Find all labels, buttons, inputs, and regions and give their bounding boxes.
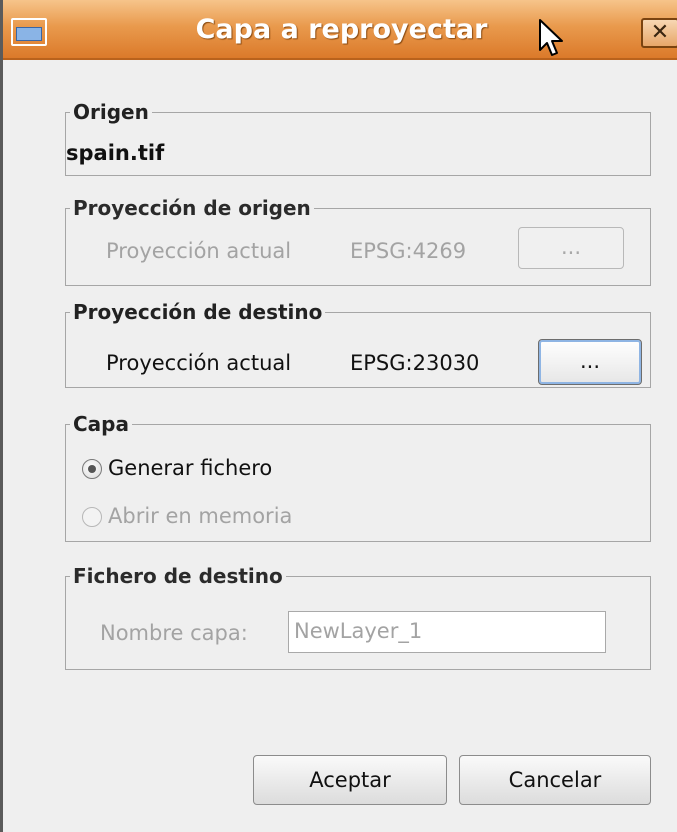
nombre-capa-input[interactable]: NewLayer_1: [288, 611, 606, 653]
window-title: Capa a reproyectar: [195, 14, 488, 45]
aceptar-button[interactable]: Aceptar: [253, 755, 447, 805]
generar-fichero-radio[interactable]: [82, 459, 102, 479]
generar-fichero-label[interactable]: Generar fichero: [108, 456, 272, 480]
fichero-group: Fichero de destino Nombre capa: NewLayer…: [65, 563, 651, 670]
origen-group: Origen spain.tif: [65, 99, 651, 176]
abrir-memoria-label[interactable]: Abrir en memoria: [108, 504, 292, 528]
origen-file: spain.tif: [66, 141, 165, 165]
dialog-window: Capa a reproyectar ✕ Origen spain.tif Pr…: [0, 0, 677, 832]
proy-origen-legend: Proyección de origen: [70, 195, 314, 221]
mouse-pointer-icon: [539, 19, 563, 56]
abrir-memoria-radio[interactable]: [82, 507, 102, 527]
fichero-legend: Fichero de destino: [70, 563, 286, 589]
proy-origen-group: Proyección de origen Proyección actual E…: [65, 195, 651, 286]
close-button[interactable]: ✕: [641, 18, 677, 48]
proy-destino-label: Proyección actual: [106, 351, 292, 375]
title-bar[interactable]: Capa a reproyectar ✕: [3, 0, 677, 60]
proy-origen-code: EPSG:4269: [350, 239, 467, 263]
proy-destino-code: EPSG:23030: [350, 351, 480, 375]
capa-group: Capa Generar fichero Abrir en memoria: [65, 411, 651, 542]
proy-origen-label: Proyección actual: [106, 239, 292, 263]
origen-legend: Origen: [70, 99, 152, 125]
proy-origen-select-button[interactable]: ...: [518, 227, 624, 269]
proy-destino-select-button[interactable]: ...: [538, 339, 642, 385]
capa-legend: Capa: [70, 411, 132, 437]
cancelar-button[interactable]: Cancelar: [459, 755, 651, 805]
nombre-capa-label: Nombre capa:: [100, 621, 248, 645]
proy-destino-group: Proyección de destino Proyección actual …: [65, 299, 651, 388]
proy-destino-legend: Proyección de destino: [70, 299, 326, 325]
